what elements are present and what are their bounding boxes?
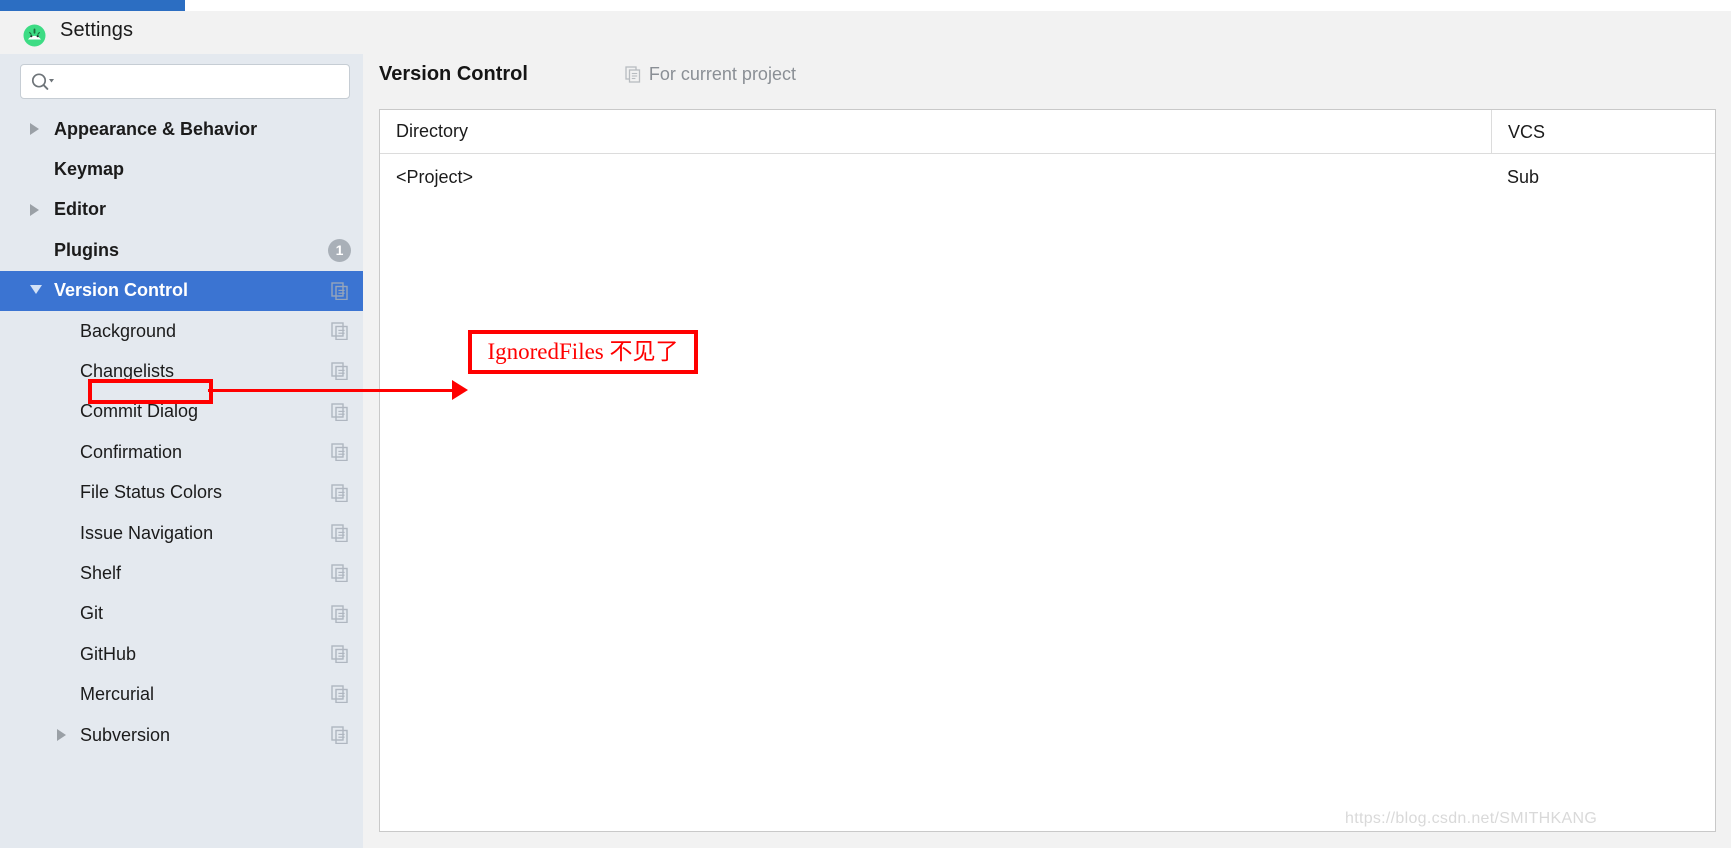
copy-icon <box>331 322 349 341</box>
sidebar-item-label: Plugins <box>54 239 120 260</box>
sidebar-item-label: Confirmation <box>80 441 183 462</box>
sidebar-item-plugins[interactable]: Plugins 1 <box>0 230 363 270</box>
copy-icon <box>331 645 349 664</box>
sidebar-item-label: Mercurial <box>80 684 155 705</box>
chevron-down-icon[interactable] <box>30 284 42 294</box>
search-icon[interactable] <box>30 71 56 93</box>
vcs-directory-table: Directory VCS <Project> Sub <box>379 109 1716 832</box>
sidebar-item-issue-navigation[interactable]: Issue Navigation <box>0 513 363 553</box>
sidebar-item-version-control[interactable]: Version Control <box>0 270 363 311</box>
cell-directory: <Project> <box>396 166 474 187</box>
copy-icon <box>331 281 349 300</box>
settings-window: Settings Appearance & Behavior Keymap Edit… <box>0 0 1731 848</box>
scope-label: For current project <box>648 64 796 84</box>
annotation-arrow-head <box>452 380 468 400</box>
sidebar-item-label: Shelf <box>80 562 122 583</box>
search-field[interactable] <box>20 64 350 99</box>
window-chrome-accent <box>0 0 185 11</box>
table-body: <Project> Sub <box>380 154 1715 200</box>
sidebar-item-label: File Status Colors <box>80 482 223 503</box>
sidebar-item-label: Keymap <box>54 159 125 180</box>
sidebar-item-file-status-colors[interactable]: File Status Colors <box>0 473 363 513</box>
sidebar-item-editor[interactable]: Editor <box>0 190 363 230</box>
search-input[interactable] <box>61 65 344 98</box>
sidebar-item-mercurial[interactable]: Mercurial <box>0 674 363 714</box>
settings-tree: Appearance & Behavior Keymap Editor Plugins… <box>0 109 363 755</box>
chevron-right-icon[interactable] <box>57 728 66 741</box>
sidebar-item-github[interactable]: GitHub <box>0 634 363 674</box>
sidebar-item-shelf[interactable]: Shelf <box>0 553 363 593</box>
settings-sidebar: Appearance & Behavior Keymap Editor Plugins… <box>0 54 363 848</box>
window-chrome-blank <box>185 0 1731 11</box>
copy-icon <box>331 524 349 543</box>
window-title: Settings <box>60 19 134 41</box>
sidebar-item-subversion[interactable]: Subversion <box>0 715 363 755</box>
sidebar-item-label: Editor <box>54 199 106 220</box>
sidebar-item-label: Commit Dialog <box>80 401 199 422</box>
table-row[interactable]: <Project> Sub <box>380 154 1715 200</box>
copy-icon <box>331 604 349 623</box>
sidebar-item-label: Appearance & Behavior <box>54 118 258 139</box>
sidebar-item-background[interactable]: Background <box>0 311 363 351</box>
sidebar-item-label: GitHub <box>80 643 137 664</box>
chevron-right-icon[interactable] <box>30 203 39 216</box>
copy-icon <box>331 564 349 583</box>
copy-icon <box>331 403 349 421</box>
cell-vcs: Sub <box>1507 166 1540 187</box>
main-header: Version Control For current project <box>379 63 796 86</box>
sidebar-item-git[interactable]: Git <box>0 594 363 634</box>
sidebar-item-keymap[interactable]: Keymap <box>0 149 363 189</box>
sidebar-item-label: Git <box>80 603 104 624</box>
sidebar-item-confirmation[interactable]: Confirmation <box>0 432 363 472</box>
scope-indicator: For current project <box>625 64 796 85</box>
sidebar-item-badge: 1 <box>328 239 351 263</box>
annotation-label: IgnoredFiles 不见了 <box>468 330 698 374</box>
copy-icon <box>331 443 349 462</box>
copy-icon <box>331 483 349 502</box>
sidebar-item-label: Issue Navigation <box>80 522 214 543</box>
android-studio-icon <box>23 24 46 47</box>
sidebar-item-label: Subversion <box>80 724 171 745</box>
chevron-right-icon[interactable] <box>30 123 39 135</box>
main-panel: Version Control For current project Dire… <box>363 54 1731 848</box>
annotation-highlight-box <box>88 379 213 404</box>
sidebar-item-appearance-behavior[interactable]: Appearance & Behavior <box>0 109 363 149</box>
copy-icon <box>625 66 642 83</box>
table-header: Directory VCS <box>380 110 1715 154</box>
title-bar: Settings <box>0 11 1731 54</box>
copy-icon <box>331 726 349 745</box>
annotation-arrow-line <box>208 389 458 392</box>
sidebar-item-label: Background <box>80 320 177 341</box>
column-header-vcs[interactable]: VCS <box>1491 110 1545 154</box>
column-header-directory[interactable]: Directory <box>396 121 468 142</box>
copy-icon <box>331 362 349 381</box>
copy-icon <box>331 685 349 704</box>
page-title: Version Control <box>379 63 528 85</box>
sidebar-item-label: Version Control <box>54 280 189 301</box>
